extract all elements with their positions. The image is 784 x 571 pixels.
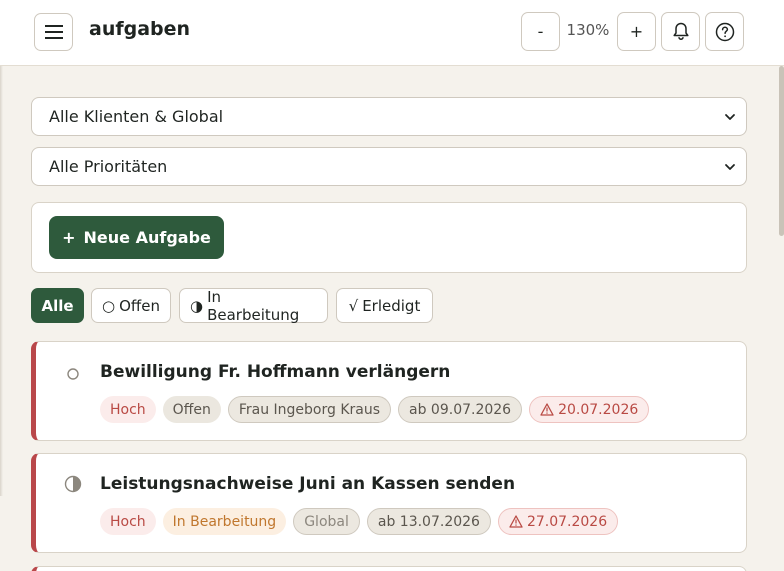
tab-label: Erledigt — [362, 296, 421, 315]
tab-in-bearbeitung[interactable]: ◑ In Bearbeitung — [179, 287, 328, 324]
check-icon: √ — [348, 296, 359, 315]
open-circle-icon: ○ — [102, 296, 116, 315]
due-date-text: 20.07.2026 — [558, 401, 639, 418]
start-date-badge: ab 13.07.2026 — [366, 508, 491, 535]
task-card[interactable]: Leistungsnachweise Juni an Kassen senden… — [31, 453, 747, 553]
notifications-button[interactable] — [661, 12, 700, 51]
tab-label: Offen — [119, 296, 160, 315]
tab-label: In Bearbeitung — [207, 287, 300, 324]
in-progress-status-icon[interactable] — [64, 475, 82, 493]
client-filter-select[interactable]: Alle Klienten & Global — [31, 97, 747, 136]
priority-filter-select[interactable]: Alle Prioritäten — [31, 147, 747, 186]
new-task-button[interactable]: + Neue Aufgabe — [49, 216, 224, 259]
start-date-badge: ab 09.07.2026 — [398, 396, 523, 423]
open-status-icon[interactable] — [64, 365, 82, 383]
menu-button[interactable] — [34, 13, 73, 51]
client-badge: Global — [293, 508, 360, 535]
chevron-down-icon — [725, 163, 735, 170]
zoom-in-button[interactable]: + — [617, 12, 656, 51]
help-button[interactable] — [705, 12, 744, 51]
task-title[interactable]: Leistungsnachweise Juni an Kassen senden — [100, 474, 515, 494]
zoom-out-button[interactable]: - — [521, 12, 560, 51]
task-card[interactable] — [31, 566, 747, 571]
priority-badge: Hoch — [100, 396, 156, 423]
due-date-badge: 20.07.2026 — [529, 396, 650, 423]
new-task-card: + Neue Aufgabe — [31, 202, 747, 273]
status-badge: Offen — [162, 396, 221, 423]
warning-icon — [540, 403, 554, 416]
warning-icon — [509, 515, 523, 528]
task-tags: Hoch Offen Frau Ingeborg Kraus ab 09.07.… — [100, 396, 650, 423]
client-badge: Frau Ingeborg Kraus — [227, 396, 392, 423]
task-title[interactable]: Bewilligung Fr. Hoffmann verlängern — [100, 362, 450, 382]
new-task-label: Neue Aufgabe — [83, 228, 211, 247]
sidebar-edge — [0, 66, 3, 496]
help-icon — [715, 22, 734, 41]
bell-icon — [672, 22, 689, 40]
scrollbar-thumb[interactable] — [779, 66, 784, 236]
plus-icon: + — [62, 228, 76, 247]
tab-label: Alle — [41, 296, 74, 315]
status-badge: In Bearbeitung — [162, 508, 287, 535]
half-circle-icon: ◑ — [190, 296, 204, 315]
client-filter-value: Alle Klienten & Global — [49, 107, 224, 126]
zoom-level: 130% — [566, 21, 610, 39]
due-date-text: 27.07.2026 — [526, 513, 608, 530]
priority-filter-value: Alle Prioritäten — [49, 157, 168, 176]
tab-offen[interactable]: ○ Offen — [91, 288, 171, 323]
page-title: aufgaben — [89, 18, 191, 40]
task-card[interactable]: Bewilligung Fr. Hoffmann verlängern Hoch… — [31, 341, 747, 441]
top-bar: aufgaben - 130% + — [0, 0, 784, 66]
due-date-badge: 27.07.2026 — [497, 508, 619, 535]
tab-alle[interactable]: Alle — [31, 288, 84, 323]
task-tags: Hoch In Bearbeitung Global ab 13.07.2026… — [100, 508, 619, 535]
hamburger-icon — [44, 25, 63, 39]
chevron-down-icon — [725, 113, 735, 120]
tab-erledigt[interactable]: √ Erledigt — [336, 288, 433, 323]
priority-badge: Hoch — [100, 508, 156, 535]
